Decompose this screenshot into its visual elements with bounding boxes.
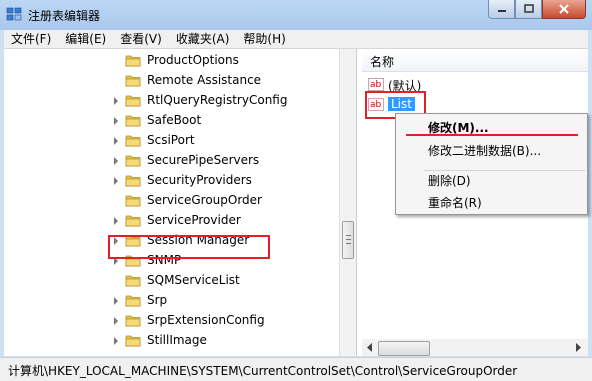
folder-icon <box>125 135 141 147</box>
tree-item[interactable]: RtlQueryRegistryConfig <box>4 91 339 111</box>
tree-item-label: SafeBoot <box>147 113 202 127</box>
folder-icon <box>125 295 141 307</box>
tree-item[interactable]: Srp <box>4 291 339 311</box>
column-header-name[interactable]: 名称 <box>362 49 588 72</box>
expand-arrow-icon[interactable] <box>114 117 118 125</box>
status-path: 计算机\HKEY_LOCAL_MACHINE\SYSTEM\CurrentCon… <box>8 364 518 378</box>
tree-item[interactable]: SrpExtensionConfig <box>4 311 339 331</box>
caption-buttons <box>488 0 586 20</box>
menu-item-rename[interactable]: 重命名(R) <box>428 194 482 211</box>
expand-arrow-icon[interactable] <box>114 217 118 225</box>
expand-arrow-icon[interactable] <box>114 297 118 305</box>
menu-edit[interactable]: 编辑(E) <box>58 30 113 48</box>
menu-item-modify-binary[interactable]: 修改二进制数据(B)... <box>428 142 541 159</box>
minimize-button[interactable] <box>488 0 515 19</box>
menu-item-delete[interactable]: 删除(D) <box>428 172 471 189</box>
status-bar: 计算机\HKEY_LOCAL_MACHINE\SYSTEM\CurrentCon… <box>0 357 592 381</box>
expand-arrow-icon[interactable] <box>114 337 118 345</box>
scrollbar-thumb[interactable] <box>342 221 354 259</box>
tree-item[interactable]: ScsiPort <box>4 131 339 151</box>
h-scrollbar-thumb[interactable] <box>378 341 430 356</box>
folder-icon <box>125 75 141 87</box>
scroll-left-icon[interactable] <box>366 343 374 352</box>
tree-item[interactable]: StillImage <box>4 331 339 351</box>
tree-item-label: ScsiPort <box>147 133 195 147</box>
close-button[interactable] <box>542 0 586 19</box>
menu-separator <box>424 170 585 171</box>
tree-item-label: ProductOptions <box>147 53 239 67</box>
maximize-button[interactable] <box>515 0 542 19</box>
grip-line <box>346 239 351 240</box>
tree-item-label: ServiceProvider <box>147 213 241 227</box>
menu-favorites[interactable]: 收藏夹(A) <box>169 30 237 48</box>
tree-item[interactable]: SecurityProviders <box>4 171 339 191</box>
folder-icon <box>125 195 141 207</box>
folder-icon <box>125 315 141 327</box>
tree-item-label: SQMServiceList <box>147 273 240 287</box>
folder-icon <box>125 275 141 287</box>
registry-editor-icon <box>6 7 22 21</box>
tree-item-label: Remote Assistance <box>147 73 262 87</box>
tree-item[interactable]: ServiceProvider <box>4 211 339 231</box>
maximize-icon <box>523 4 534 13</box>
minimize-icon <box>497 10 506 12</box>
folder-icon <box>125 335 141 347</box>
menu-bar: 文件(F) 编辑(E) 查看(V) 收藏夹(A) 帮助(H) <box>4 30 588 49</box>
tree-vertical-scrollbar[interactable] <box>339 49 356 356</box>
tree-item-label: SrpExtensionConfig <box>147 313 265 327</box>
grip-line <box>346 235 351 236</box>
folder-icon <box>125 215 141 227</box>
tree-item[interactable]: SecurePipeServers <box>4 151 339 171</box>
folder-icon <box>125 95 141 107</box>
modify-highlight-line <box>406 134 578 136</box>
close-icon <box>559 4 569 14</box>
scroll-right-icon[interactable] <box>574 343 582 352</box>
context-menu: 修改(M)... 修改二进制数据(B)... 删除(D) 重命名(R) <box>395 113 588 215</box>
tree-item-label: Srp <box>147 293 168 307</box>
tree-highlight-box <box>108 235 270 259</box>
folder-icon <box>125 175 141 187</box>
expand-arrow-icon[interactable] <box>114 177 118 185</box>
expand-arrow-icon[interactable] <box>114 137 118 145</box>
tree-item-label: SecurityProviders <box>147 173 252 187</box>
folder-icon <box>125 55 141 67</box>
folder-icon <box>125 115 141 127</box>
menu-help[interactable]: 帮助(H) <box>236 30 292 48</box>
column-header-label: 名称 <box>370 55 395 69</box>
tree-item-label: SecurePipeServers <box>147 153 260 167</box>
registry-editor-window: 注册表编辑器 文件(F) 编辑(E) 查看(V) 收藏夹(A) 帮助(H) Pr… <box>0 0 592 381</box>
menu-file[interactable]: 文件(F) <box>4 30 58 48</box>
tree-item-label: RtlQueryRegistryConfig <box>147 93 288 107</box>
string-value-icon: ab <box>368 78 384 91</box>
tree-item[interactable]: SQMServiceList <box>4 271 339 291</box>
tree-item[interactable]: SafeBoot <box>4 111 339 131</box>
menu-view[interactable]: 查看(V) <box>113 30 169 48</box>
expand-arrow-icon[interactable] <box>114 317 118 325</box>
window-title: 注册表编辑器 <box>28 9 101 23</box>
expand-arrow-icon[interactable] <box>114 97 118 105</box>
tree-item[interactable]: ProductOptions <box>4 51 339 71</box>
title-bar[interactable]: 注册表编辑器 <box>0 0 592 30</box>
list-horizontal-scrollbar[interactable] <box>362 339 588 356</box>
tree-item[interactable]: Remote Assistance <box>4 71 339 91</box>
expand-arrow-icon[interactable] <box>114 157 118 165</box>
registry-tree[interactable]: ProductOptions Remote Assistance RtlQueryR… <box>4 49 357 356</box>
grip-line <box>346 243 351 244</box>
tree-item[interactable]: ServiceGroupOrder <box>4 191 339 211</box>
folder-icon <box>125 155 141 167</box>
tree-item-label: ServiceGroupOrder <box>147 193 262 207</box>
tree-item-label: StillImage <box>147 333 207 347</box>
